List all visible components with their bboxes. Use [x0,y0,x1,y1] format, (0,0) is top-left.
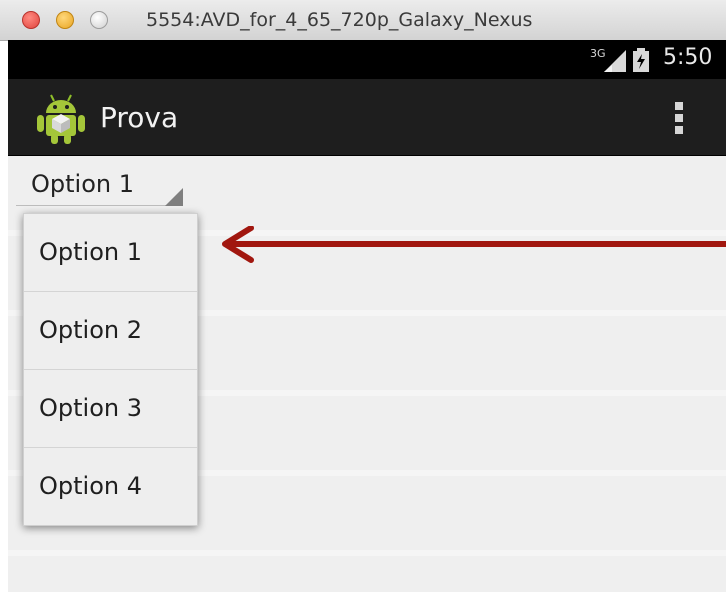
spinner-dropdown-list: Option 1 Option 2 Option 3 Option 4 [23,213,198,526]
signal-icon: 3G [590,47,626,72]
zoom-window-button[interactable] [90,11,108,29]
spinner-underline [16,205,183,206]
overflow-menu-icon[interactable] [666,100,692,136]
spinner-selected-value: Option 1 [31,170,134,198]
dropdown-option-label: Option 3 [39,394,142,422]
annotation-arrow-icon [222,226,726,263]
dropdown-option-2[interactable]: Option 2 [24,292,197,370]
spinner-dropdown-triangle-icon [165,188,183,206]
status-bar: 3G 5:50 [8,40,726,79]
dropdown-option-3[interactable]: Option 3 [24,370,197,448]
status-clock: 5:50 [663,45,713,70]
window-titlebar: 5554:AVD_for_4_65_720p_Galaxy_Nexus [0,0,726,41]
dropdown-option-4[interactable]: Option 4 [24,448,197,525]
close-window-button[interactable] [22,11,40,29]
emulator-screen: 3G 5:50 Prova Option 1 Option 1 Option 2… [8,40,726,592]
dropdown-option-1[interactable]: Option 1 [24,214,197,292]
dropdown-option-label: Option 2 [39,316,142,344]
android-robot-icon [37,94,85,144]
network-type-label: 3G [590,47,606,60]
main-content: Option 1 Option 1 Option 2 Option 3 Opti… [8,156,726,592]
minimize-window-button[interactable] [56,11,74,29]
action-bar: Prova [8,79,726,156]
window-title: 5554:AVD_for_4_65_720p_Galaxy_Nexus [146,9,533,31]
app-title: Prova [100,101,179,134]
battery-charging-icon [633,48,649,72]
option-spinner[interactable]: Option 1 [16,168,183,206]
dropdown-option-label: Option 4 [39,472,142,500]
dropdown-option-label: Option 1 [39,238,142,266]
